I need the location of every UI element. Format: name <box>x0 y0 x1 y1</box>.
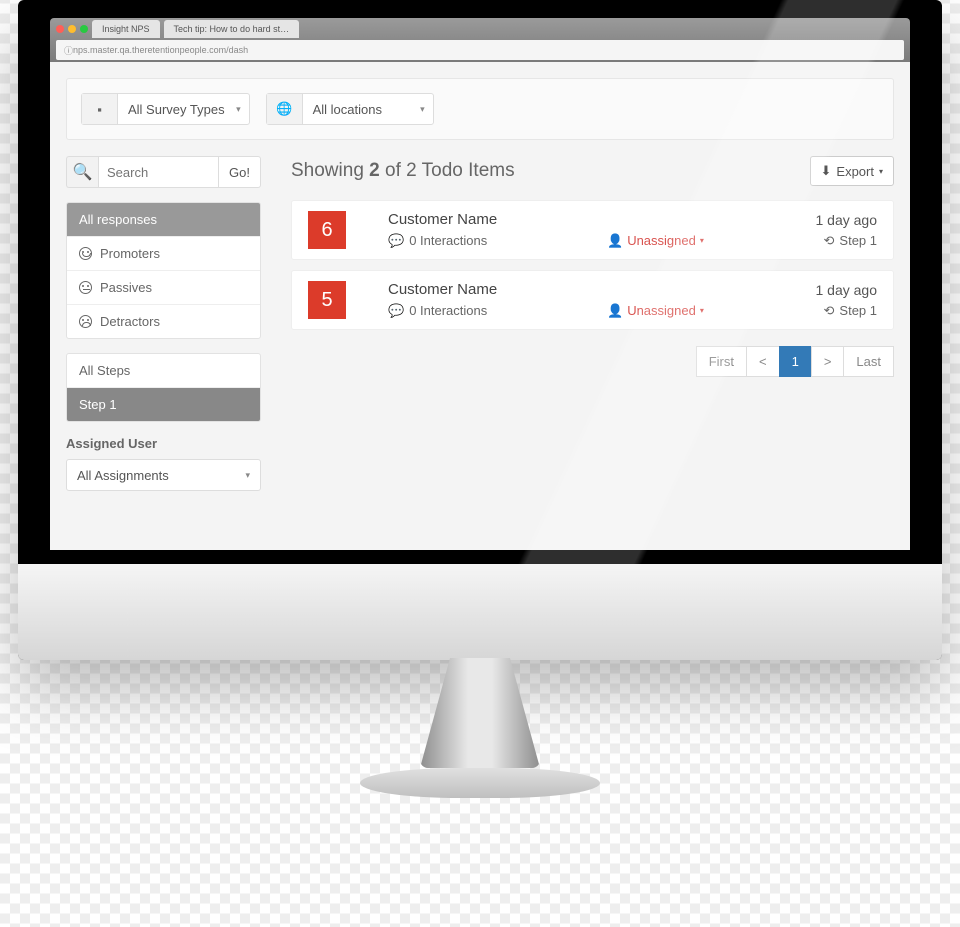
close-dot[interactable] <box>56 25 64 33</box>
step-indicator: ⟲Step 1 <box>757 303 877 319</box>
comment-icon: 💬 <box>388 233 404 249</box>
assignee-dropdown[interactable]: 👤Unassigned <box>607 233 747 249</box>
nps-score-badge: 6 <box>308 211 346 249</box>
step-indicator: ⟲Step 1 <box>757 233 877 249</box>
monitor-chin <box>18 564 942 660</box>
pagination: First < 1 > Last <box>291 346 894 377</box>
timestamp: 1 day ago <box>757 212 877 228</box>
response-filter-list: All responses Promoters Passives Detract… <box>66 202 261 339</box>
address-bar[interactable]: ⓘ nps.master.qa.theretentionpeople.com/d… <box>56 40 904 60</box>
filter-step-1[interactable]: Step 1 <box>67 387 260 421</box>
refresh-icon: ⟲ <box>824 303 835 319</box>
assignment-select[interactable]: All Assignments <box>66 459 261 491</box>
user-icon: 👤 <box>607 233 623 249</box>
search-input[interactable] <box>98 156 219 188</box>
location-select[interactable]: 🌐 All locations <box>266 93 434 125</box>
interactions-count: 💬0 Interactions <box>388 233 597 249</box>
filter-bar: ▪ All Survey Types 🌐 All locations <box>66 78 894 140</box>
search-icon: 🔍 <box>66 156 98 188</box>
chat-icon: ▪ <box>82 94 118 124</box>
assigned-user-label: Assigned User <box>66 436 261 451</box>
page-1[interactable]: 1 <box>779 346 812 377</box>
nps-score-badge: 5 <box>308 281 346 319</box>
timestamp: 1 day ago <box>757 282 877 298</box>
filter-all-responses[interactable]: All responses <box>67 203 260 236</box>
app-viewport: ▪ All Survey Types 🌐 All locations 🔍 Go!… <box>50 62 910 550</box>
browser-tab[interactable]: Tech tip: How to do hard st… <box>164 20 300 38</box>
main-content: Showing 2 of 2 Todo Items ⬇Export▾ 6 Cus… <box>291 156 894 491</box>
step-filter-list: All Steps Step 1 <box>66 353 261 422</box>
page-last[interactable]: Last <box>843 346 894 377</box>
customer-name: Customer Name <box>388 281 597 298</box>
export-button[interactable]: ⬇Export▾ <box>810 156 895 186</box>
refresh-icon: ⟲ <box>824 233 835 249</box>
download-icon: ⬇ <box>821 163 832 179</box>
todo-item[interactable]: 6 Customer Name 1 day ago 💬0 Interaction… <box>291 200 894 260</box>
page-first[interactable]: First <box>696 346 747 377</box>
filter-detractors[interactable]: Detractors <box>67 304 260 338</box>
interactions-count: 💬0 Interactions <box>388 303 597 319</box>
todo-item[interactable]: 5 Customer Name 1 day ago 💬0 Interaction… <box>291 270 894 330</box>
survey-type-select[interactable]: ▪ All Survey Types <box>81 93 250 125</box>
monitor-stand <box>360 658 600 798</box>
comment-icon: 💬 <box>388 303 404 319</box>
globe-icon: 🌐 <box>267 94 303 124</box>
sad-icon <box>79 315 92 328</box>
browser-chrome: Insight NPS Tech tip: How to do hard st…… <box>50 18 910 62</box>
filter-passives[interactable]: Passives <box>67 270 260 304</box>
monitor-frame: Insight NPS Tech tip: How to do hard st…… <box>18 0 942 660</box>
customer-name: Customer Name <box>388 211 597 228</box>
results-heading: Showing 2 of 2 Todo Items <box>291 160 515 182</box>
smile-icon <box>79 247 92 260</box>
neutral-icon <box>79 281 92 294</box>
search-group: 🔍 Go! <box>66 156 261 188</box>
min-dot[interactable] <box>68 25 76 33</box>
page-prev[interactable]: < <box>746 346 780 377</box>
user-icon: 👤 <box>607 303 623 319</box>
browser-tab[interactable]: Insight NPS <box>92 20 160 38</box>
sidebar: 🔍 Go! All responses Promoters Passives D… <box>66 156 261 491</box>
page-next[interactable]: > <box>811 346 845 377</box>
assignee-dropdown[interactable]: 👤Unassigned <box>607 303 747 319</box>
filter-promoters[interactable]: Promoters <box>67 236 260 270</box>
search-go-button[interactable]: Go! <box>219 156 261 188</box>
max-dot[interactable] <box>80 25 88 33</box>
filter-all-steps[interactable]: All Steps <box>67 354 260 387</box>
